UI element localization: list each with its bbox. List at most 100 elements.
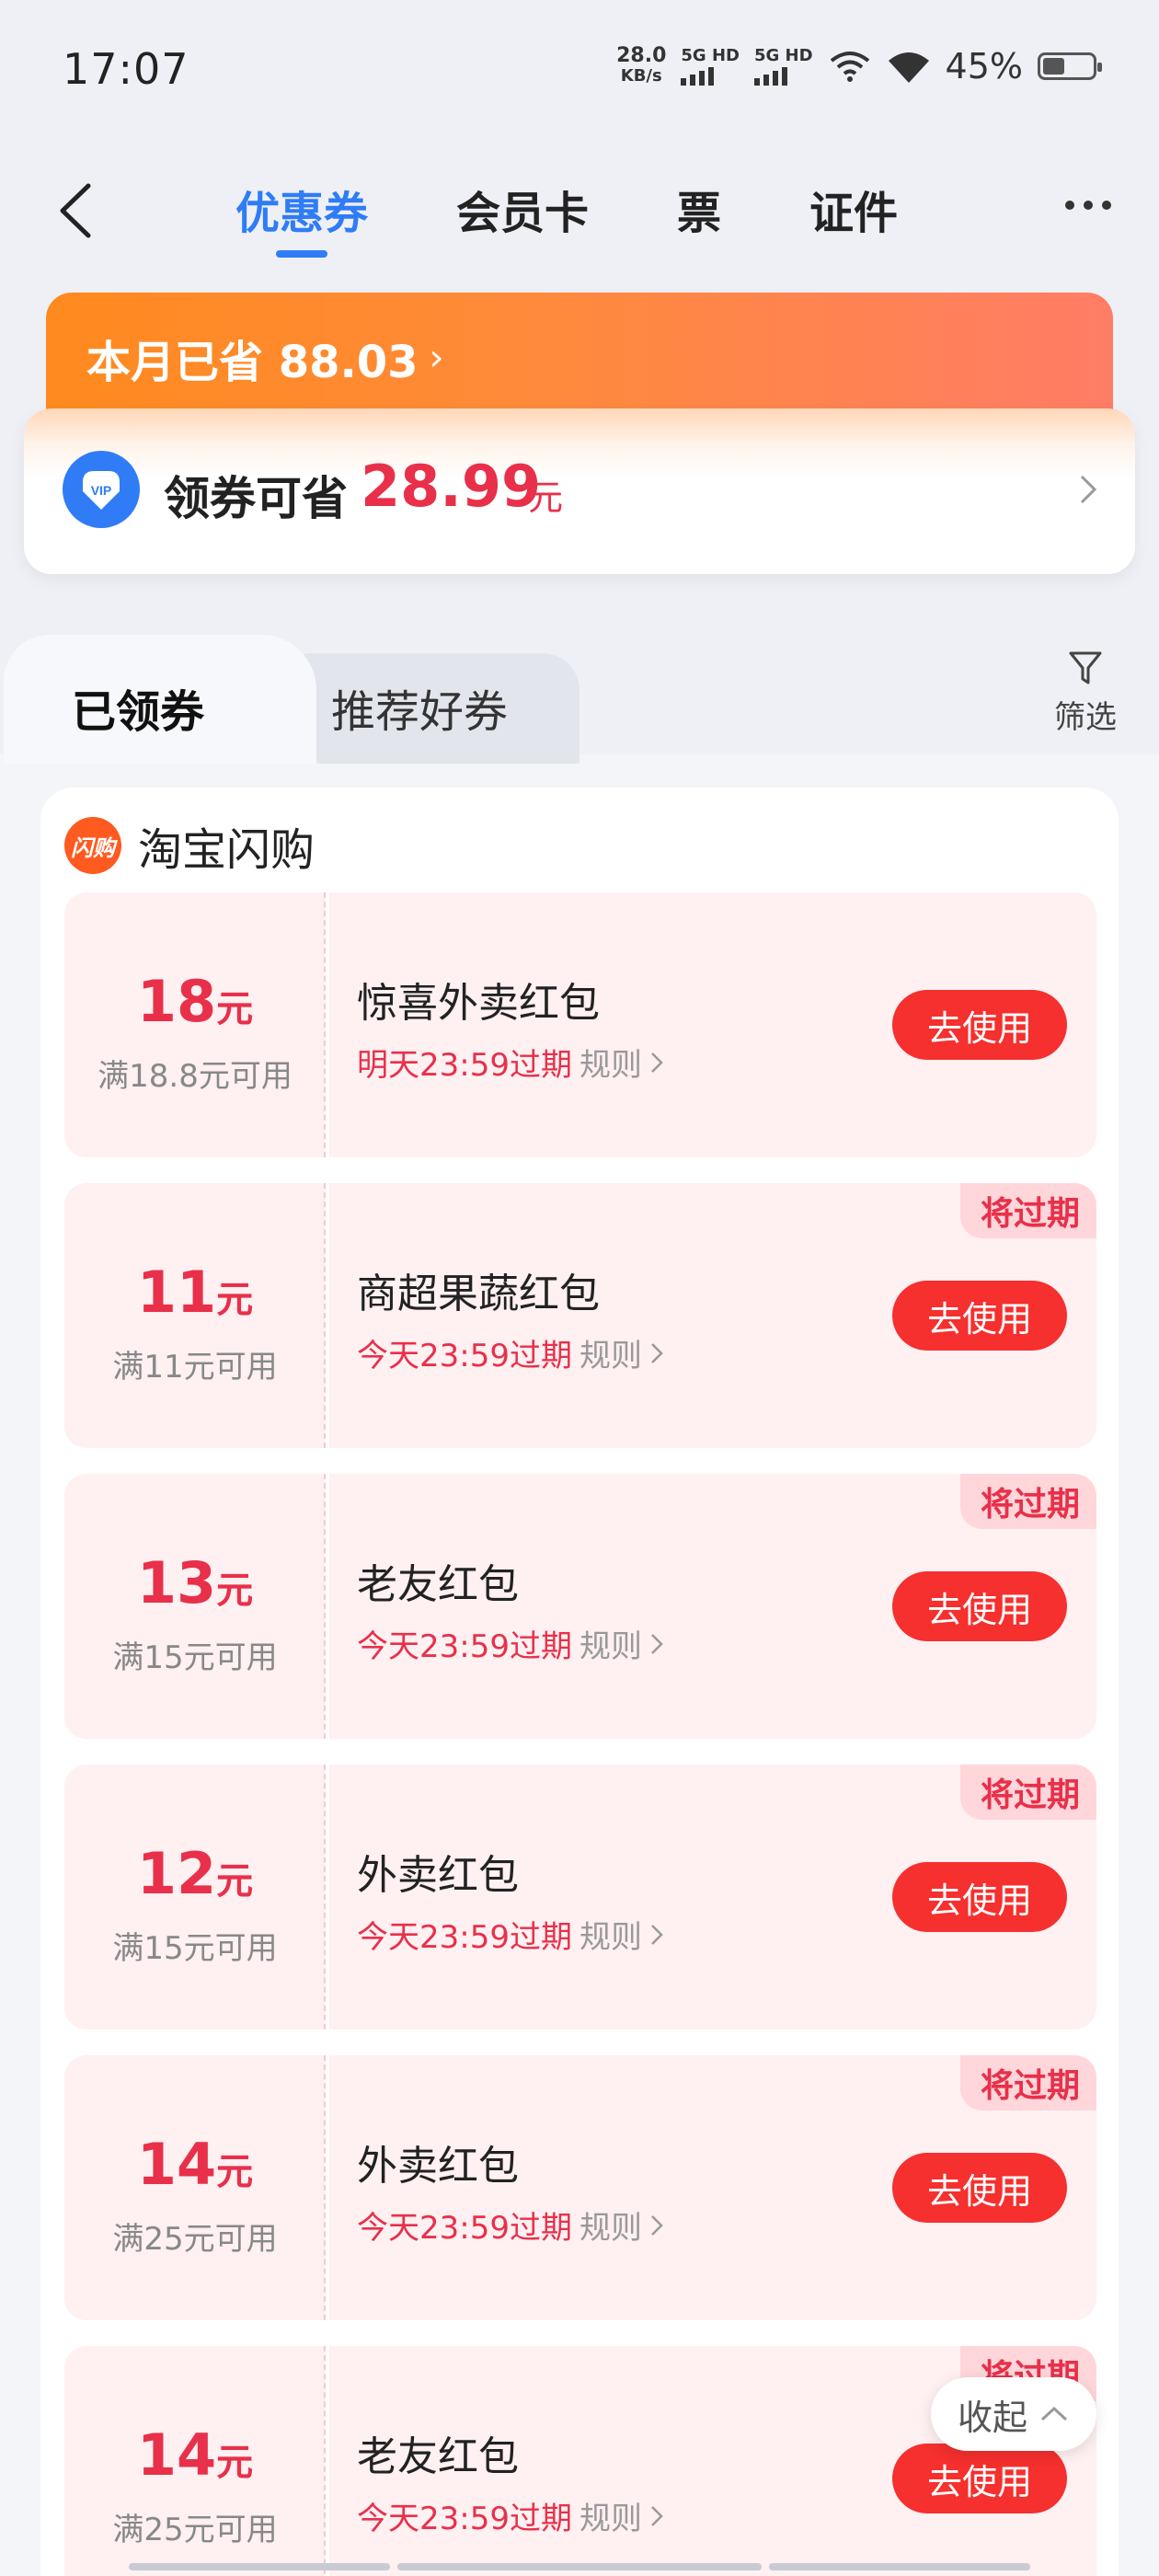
coupon-savings-amount: 28.99 — [361, 453, 542, 520]
coupon-item[interactable]: 11元 满11元可用 将过期 商超果蔬红包 今天23:59过期 规则 去使用 — [64, 1183, 1096, 1448]
coupon-title: 惊喜外卖红包 — [357, 980, 600, 1027]
top-nav: 优惠券 会员卡 票 证件 — [0, 166, 1159, 258]
expiring-badge: 将过期 — [959, 2055, 1096, 2110]
coupon-rule-link[interactable]: 规则 — [580, 2202, 664, 2248]
coupon-rule-label: 规则 — [580, 2210, 642, 2247]
coupon-item[interactable]: 18元 满18.8元可用 惊喜外卖红包 明天23:59过期 规则 去使用 — [64, 892, 1096, 1157]
net-speed-unit: KB/s — [620, 66, 662, 86]
coupon-value-section: 14元 满25元可用 — [64, 2055, 326, 2320]
sim2-label: 5G HD — [753, 46, 813, 65]
scroll-indicator — [129, 2563, 390, 2570]
coupon-rule-label: 规则 — [580, 2501, 642, 2537]
shop-name: 淘宝闪购 — [138, 824, 316, 876]
chevron-right-icon — [651, 2214, 663, 2236]
expiring-badge: 将过期 — [959, 1474, 1096, 1529]
collapse-button[interactable]: 收起 — [931, 2377, 1096, 2451]
coupon-item[interactable]: 13元 满15元可用 将过期 老友红包 今天23:59过期 规则 去使用 — [64, 1474, 1096, 1739]
status-time: 17:07 — [63, 44, 189, 94]
use-coupon-button[interactable]: 去使用 — [892, 2153, 1067, 2223]
coupon-title: 外卖红包 — [357, 1852, 519, 1899]
coupon-rule-link[interactable]: 规则 — [580, 1330, 664, 1375]
collapse-label: 收起 — [957, 2397, 1027, 2438]
tab-tickets[interactable]: 票 — [677, 177, 721, 258]
signal-2-icon: 5G HD — [753, 46, 813, 86]
coupon-rule-label: 规则 — [580, 1047, 642, 1084]
coupon-title: 外卖红包 — [357, 2143, 519, 2190]
coupon-expire: 今天23:59过期 — [357, 1919, 572, 1956]
monthly-savings-label: 本月已省 88.03 — [86, 337, 419, 388]
coupon-amount: 14元 — [136, 2421, 254, 2489]
filter-button[interactable]: 筛选 — [1054, 648, 1117, 737]
wifi-hotspot-icon — [830, 52, 869, 82]
use-coupon-button[interactable]: 去使用 — [892, 2444, 1067, 2513]
coupon-amount: 11元 — [136, 1259, 254, 1326]
use-coupon-button[interactable]: 去使用 — [892, 990, 1067, 1060]
coupon-rule-link[interactable]: 规则 — [580, 1621, 664, 1666]
coupon-info-section: 惊喜外卖红包 明天23:59过期 规则 去使用 — [329, 892, 1096, 1157]
chevron-up-icon — [1040, 2406, 1068, 2421]
chevron-right-icon — [651, 1924, 663, 1945]
tab-documents[interactable]: 证件 — [809, 177, 898, 258]
battery-percent: 45% — [945, 46, 1023, 86]
coupon-expire: 今天23:59过期 — [357, 1338, 572, 1374]
coupon-item[interactable]: 12元 满15元可用 将过期 外卖红包 今天23:59过期 规则 去使用 — [64, 1765, 1096, 2030]
subtab-received[interactable]: 已领券 — [72, 675, 204, 740]
vip-badge-icon: VIP — [63, 451, 140, 528]
status-bar: 17:07 28.0 KB/s 5G HD 5G HD 45% — [0, 0, 1159, 138]
shop-group-header: 闪购 淘宝闪购 — [64, 813, 315, 878]
monthly-savings-title: 本月已省 88.03 › — [86, 326, 444, 390]
category-tabs: 优惠券 会员卡 票 证件 — [235, 177, 898, 258]
filter-label: 筛选 — [1054, 699, 1117, 736]
coupon-value-section: 18元 满18.8元可用 — [64, 892, 326, 1157]
tab-coupons[interactable]: 优惠券 — [235, 177, 368, 258]
coupon-rule-label: 规则 — [580, 1338, 642, 1374]
scroll-indicator — [769, 2563, 1030, 2570]
coupon-savings-unit: 元 — [528, 477, 564, 518]
wifi-icon — [888, 52, 929, 83]
coupon-item[interactable]: 14元 满25元可用 将过期 老友红包 今天23:59过期 规则 去使用 — [64, 2346, 1096, 2576]
expiring-badge: 将过期 — [959, 1765, 1096, 1820]
back-arrow-icon[interactable] — [52, 178, 103, 243]
coupon-expire: 明天23:59过期 — [357, 1047, 572, 1084]
chevron-right-icon — [1080, 475, 1097, 504]
chevron-right-icon — [651, 1633, 663, 1654]
sim1-label: 5G HD — [681, 46, 740, 65]
coupon-condition: 满11元可用 — [112, 1349, 278, 1386]
more-options-icon[interactable] — [1065, 201, 1111, 210]
coupon-title: 商超果蔬红包 — [357, 1271, 600, 1317]
coupon-rule-link[interactable]: 规则 — [580, 1912, 664, 1957]
coupon-item[interactable]: 14元 满25元可用 将过期 外卖红包 今天23:59过期 规则 去使用 — [64, 2055, 1096, 2320]
coupon-savings-card[interactable]: VIP 领券可省 28.99 元 — [24, 408, 1135, 574]
coupon-rule-link[interactable]: 规则 — [580, 2493, 664, 2538]
coupon-expire: 今天23:59过期 — [357, 2210, 572, 2247]
coupon-condition: 满15元可用 — [112, 1639, 278, 1676]
coupon-amount: 14元 — [136, 2131, 254, 2198]
tab-member-cards[interactable]: 会员卡 — [456, 177, 589, 258]
coupon-condition: 满15元可用 — [112, 1930, 278, 1967]
coupon-title: 老友红包 — [357, 2433, 519, 2480]
chevron-right-icon — [651, 1052, 663, 1073]
chevron-right-icon — [651, 2505, 663, 2526]
coupon-title: 老友红包 — [357, 1561, 519, 1608]
coupon-rule-label: 规则 — [580, 1628, 642, 1665]
chevron-right-icon: › — [429, 337, 444, 379]
subtab-recommend[interactable]: 推荐好券 — [331, 675, 508, 740]
use-coupon-button[interactable]: 去使用 — [892, 1571, 1067, 1641]
coupon-rule-link[interactable]: 规则 — [580, 1040, 664, 1085]
coupon-value-section: 13元 满15元可用 — [64, 1474, 326, 1739]
signal-1-icon: 5G HD — [681, 47, 740, 86]
coupon-expire: 今天23:59过期 — [357, 2501, 572, 2537]
coupon-rule-label: 规则 — [580, 1919, 642, 1956]
battery-icon — [1038, 52, 1102, 80]
coupon-info-section: 将过期 外卖红包 今天23:59过期 规则 去使用 — [329, 1765, 1096, 2030]
coupon-info-section: 将过期 外卖红包 今天23:59过期 规则 去使用 — [329, 2055, 1096, 2320]
use-coupon-button[interactable]: 去使用 — [892, 1862, 1067, 1932]
use-coupon-button[interactable]: 去使用 — [892, 1281, 1067, 1351]
coupon-amount: 13元 — [136, 1549, 254, 1616]
coupon-subtabs: 已领券 推荐好券 筛选 — [0, 635, 1159, 764]
coupon-value-section: 14元 满25元可用 — [64, 2346, 326, 2576]
coupon-amount: 18元 — [136, 968, 254, 1035]
coupon-savings-label: 领券可省 — [164, 472, 348, 525]
coupon-amount: 12元 — [136, 1840, 254, 1907]
net-speed-value: 28.0 — [616, 44, 667, 67]
